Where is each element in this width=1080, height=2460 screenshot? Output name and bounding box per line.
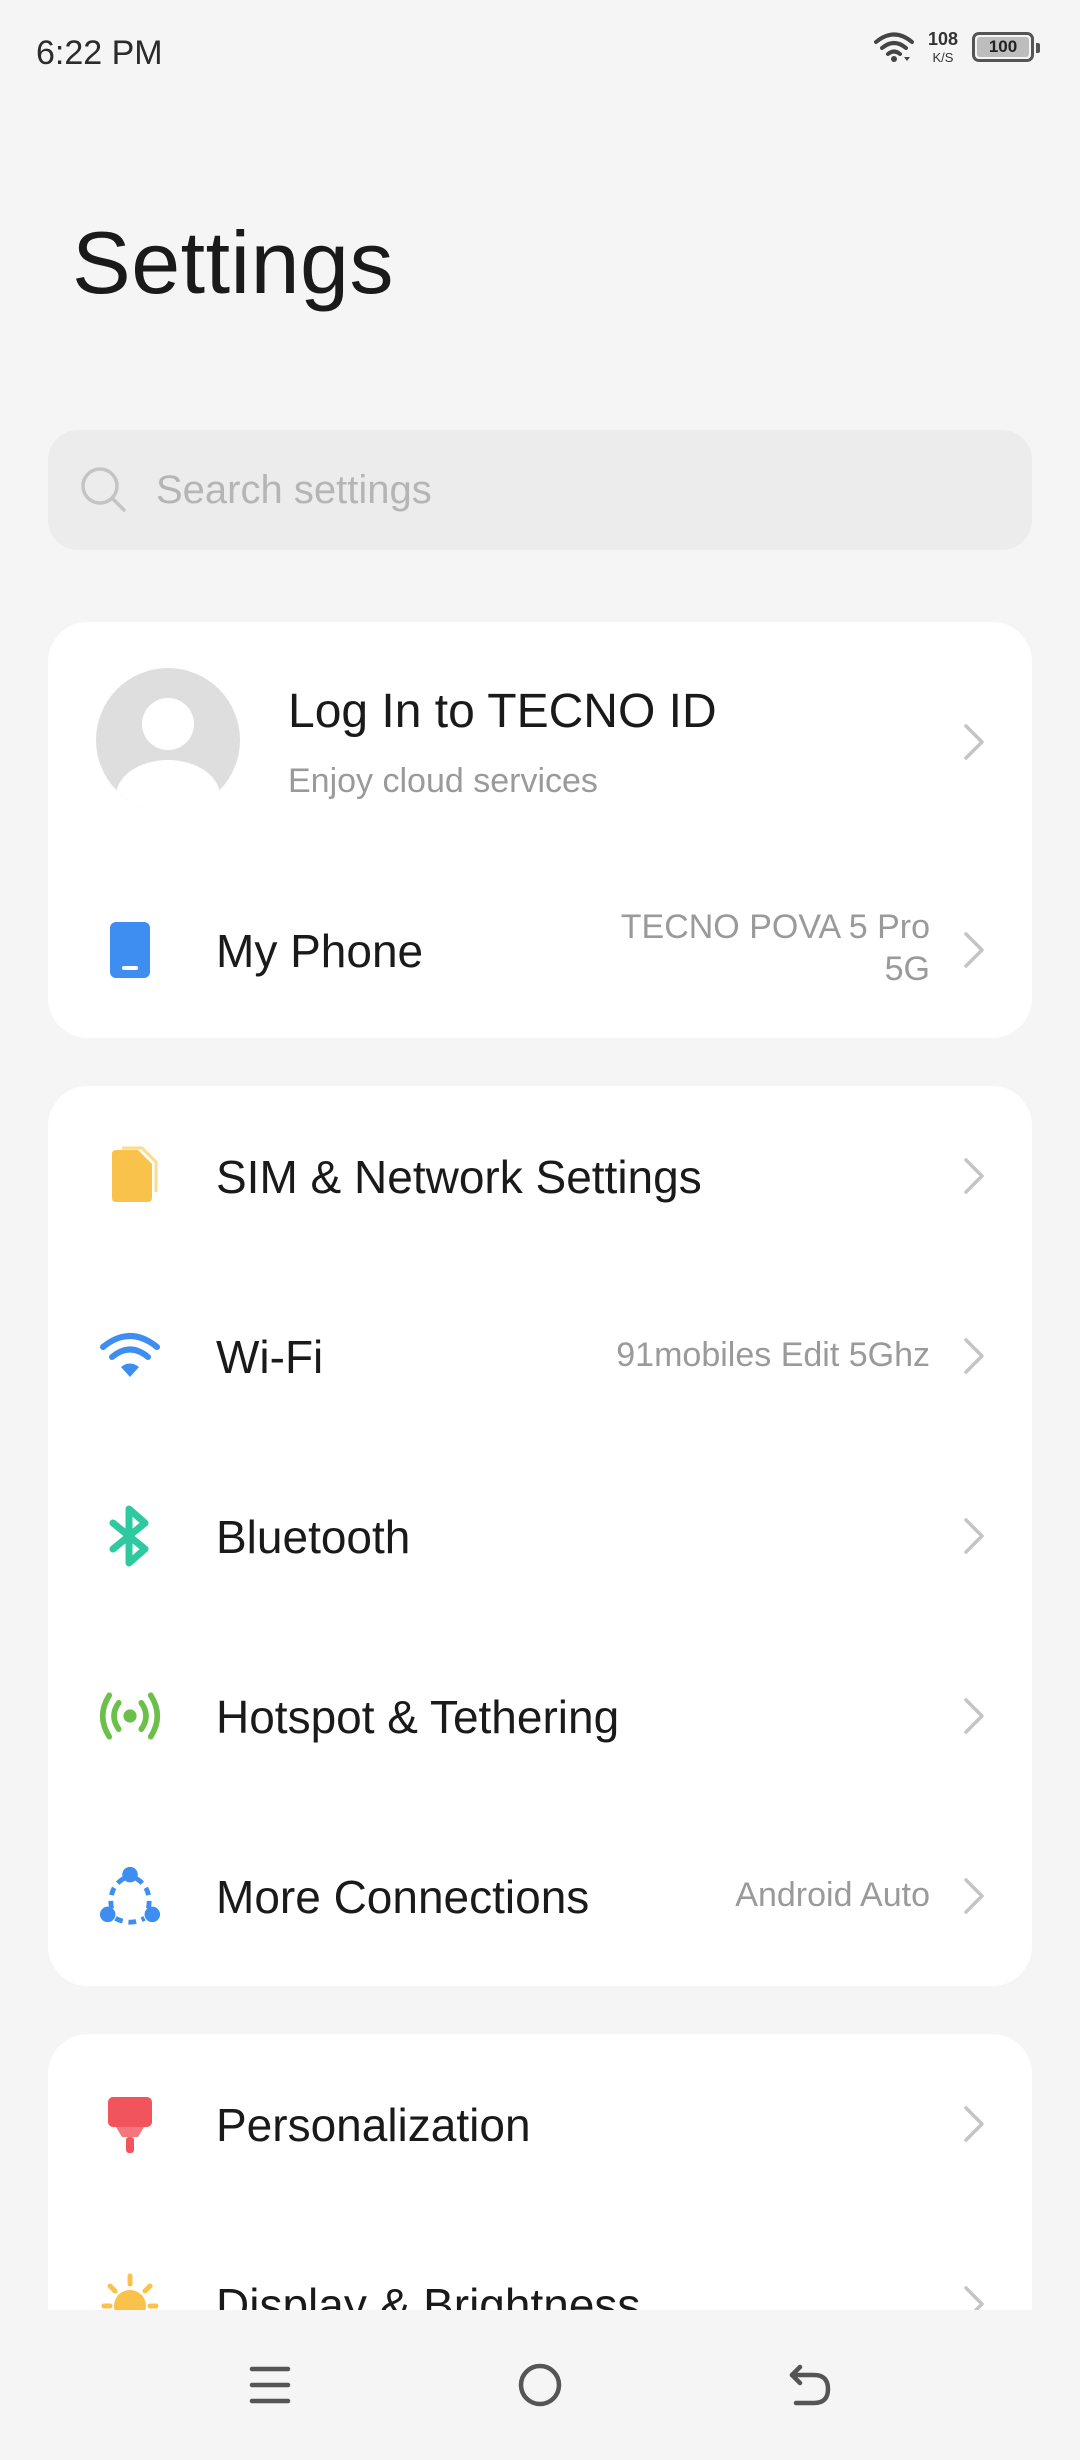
chevron-right-icon	[964, 2106, 984, 2142]
status-icons: 108 K/S 100	[873, 30, 1040, 64]
more-connections-icon	[98, 1864, 162, 1928]
chevron-right-icon	[964, 1878, 984, 1914]
more-connections-value: Android Auto	[735, 1876, 930, 1914]
wifi-icon	[98, 1324, 162, 1388]
tecno-id-login-title: Log In to TECNO ID	[288, 685, 717, 738]
tecno-id-login-row[interactable]: Log In to TECNO ID Enjoy cloud services	[48, 622, 1032, 862]
navigation-bar	[0, 2310, 1080, 2460]
search-icon	[81, 467, 126, 512]
back-icon	[789, 2364, 831, 2406]
wifi-network-name: 91mobiles Edit 5Ghz	[616, 1336, 930, 1374]
settings-item-label: Hotspot & Tethering	[216, 1691, 620, 1743]
connections-card: SIM & Network Settings Wi-Fi 91mobiles E…	[48, 1086, 1032, 1986]
paint-brush-icon	[98, 2092, 162, 2156]
menu-icon	[249, 2366, 291, 2404]
chevron-right-icon	[964, 1518, 984, 1554]
chevron-right-icon	[964, 932, 984, 968]
chevron-right-icon	[964, 1338, 984, 1374]
settings-item-label: SIM & Network Settings	[216, 1151, 702, 1203]
chevron-right-icon	[964, 2286, 984, 2310]
settings-item-label: Wi-Fi	[216, 1331, 324, 1383]
chevron-right-icon	[964, 724, 984, 760]
battery-icon: 100	[972, 32, 1040, 62]
settings-item-label: Bluetooth	[216, 1511, 411, 1563]
status-bar: 6:22 PM 108 K/S 100	[0, 0, 1080, 110]
wifi-status-icon	[873, 32, 914, 62]
sun-icon	[98, 2272, 162, 2310]
sim-card-icon	[98, 1144, 162, 1208]
settings-item-label: Display & Brightness	[216, 2279, 641, 2310]
search-bar[interactable]	[48, 430, 1032, 550]
my-phone-model-line2: 5G	[884, 950, 930, 988]
my-phone-model-line1: TECNO POVA 5 Pro	[620, 908, 930, 946]
settings-item-personalization[interactable]: Personalization	[48, 2034, 1032, 2214]
bluetooth-icon	[98, 1504, 162, 1568]
my-phone-row[interactable]: My Phone TECNO POVA 5 Pro 5G	[48, 862, 1032, 1038]
settings-item-label: Personalization	[216, 2099, 531, 2151]
settings-item-hotspot[interactable]: Hotspot & Tethering	[48, 1626, 1032, 1806]
home-icon	[518, 2363, 562, 2407]
my-phone-label: My Phone	[216, 925, 424, 977]
settings-item-more-connections[interactable]: More Connections Android Auto	[48, 1806, 1032, 1986]
network-speed-unit: K/S	[932, 50, 954, 65]
chevron-right-icon	[964, 1698, 984, 1734]
hotspot-icon	[98, 1684, 162, 1748]
account-card: Log In to TECNO ID Enjoy cloud services …	[48, 622, 1032, 1038]
personal-card: Personalization Display & Brightness	[48, 2034, 1032, 2310]
chevron-right-icon	[964, 1158, 984, 1194]
settings-item-wifi[interactable]: Wi-Fi 91mobiles Edit 5Ghz	[48, 1266, 1032, 1446]
home-button[interactable]	[495, 2340, 585, 2430]
settings-item-bluetooth[interactable]: Bluetooth	[48, 1446, 1032, 1626]
recent-apps-button[interactable]	[225, 2340, 315, 2430]
settings-item-sim-network[interactable]: SIM & Network Settings	[48, 1086, 1032, 1266]
settings-item-label: More Connections	[216, 1871, 590, 1923]
back-button[interactable]	[765, 2340, 855, 2430]
phone-icon	[98, 918, 162, 982]
tecno-id-login-subtitle: Enjoy cloud services	[288, 762, 598, 800]
avatar	[96, 668, 240, 812]
my-phone-value: TECNO POVA 5 Pro 5G	[621, 906, 930, 990]
network-speed-value: 108	[927, 29, 958, 49]
network-speed: 108 K/S	[928, 30, 958, 64]
page-title: Settings	[72, 213, 394, 312]
battery-level: 100	[988, 37, 1018, 56]
settings-item-display-brightness[interactable]: Display & Brightness	[48, 2214, 1032, 2310]
search-input[interactable]	[154, 466, 958, 514]
status-time: 6:22 PM	[36, 34, 163, 72]
